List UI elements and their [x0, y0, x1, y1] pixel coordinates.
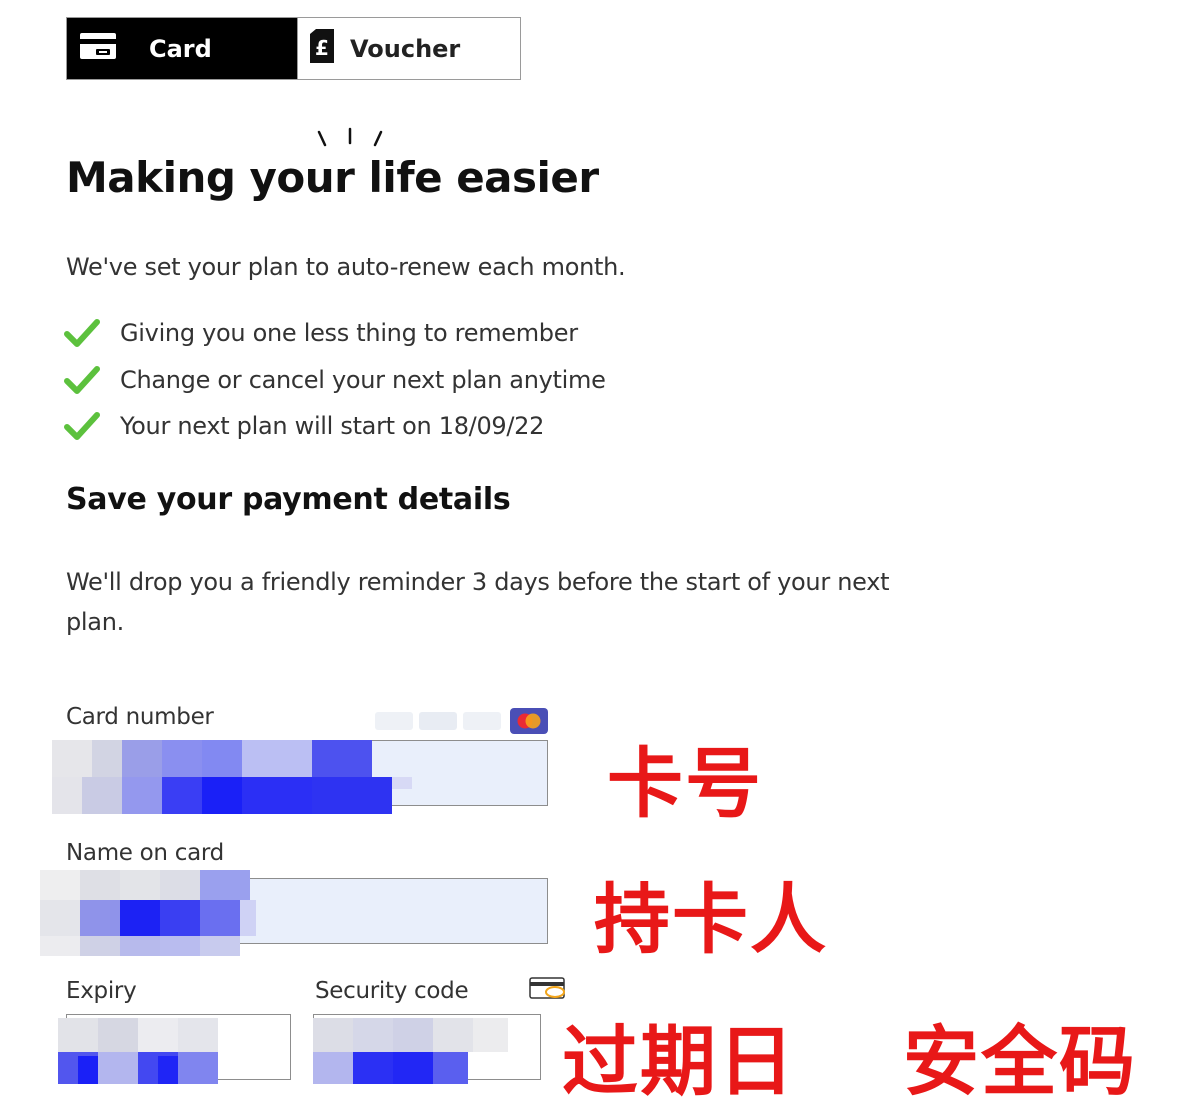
benefits-list: Giving you one less thing to remember Ch…: [64, 310, 606, 450]
sparkle-icon: [317, 127, 383, 147]
payment-method-tabs: Card £ Voucher: [66, 17, 521, 80]
card-number-redaction: [52, 740, 412, 814]
expiry-label: Expiry: [66, 978, 137, 1004]
name-redaction: [40, 870, 256, 956]
check-icon: [64, 319, 100, 348]
benefit-text: Giving you one less thing to remember: [120, 319, 578, 348]
security-code-card-icon: [529, 977, 565, 999]
tab-voucher-label: Voucher: [350, 34, 461, 63]
name-annotation: 持卡人: [594, 875, 828, 964]
list-item: Your next plan will start on 18/09/22: [64, 403, 606, 450]
security-code-label: Security code: [315, 978, 469, 1004]
credit-card-icon: [79, 32, 117, 66]
name-on-card-label: Name on card: [66, 840, 224, 866]
expiry-annotation: 过期日: [562, 1017, 796, 1106]
benefit-text: Change or cancel your next plan anytime: [120, 365, 606, 394]
pound-voucher-icon: £: [308, 28, 336, 70]
payment-heading: Save your payment details: [66, 482, 511, 517]
reminder-text: We'll drop you a friendly reminder 3 day…: [66, 568, 890, 636]
page-title: Making your life easier: [66, 153, 599, 202]
tab-card-label: Card: [149, 34, 212, 63]
mastercard-icon: [510, 708, 548, 734]
list-item: Change or cancel your next plan anytime: [64, 357, 606, 404]
security-code-annotation: 安全码: [903, 1017, 1137, 1106]
check-icon: [64, 365, 100, 394]
svg-text:£: £: [315, 36, 329, 60]
auto-renew-intro: We've set your plan to auto-renew each m…: [66, 253, 626, 281]
tab-voucher[interactable]: £ Voucher: [297, 18, 520, 79]
tab-card[interactable]: Card: [67, 18, 297, 79]
check-icon: [64, 412, 100, 441]
list-item: Giving you one less thing to remember: [64, 310, 606, 357]
security-code-redaction: [313, 1018, 508, 1084]
card-brand-logos: [375, 712, 501, 730]
benefit-text: Your next plan will start on 18/09/22: [120, 412, 545, 441]
expiry-redaction: [58, 1018, 218, 1084]
card-number-annotation: 卡号: [607, 739, 763, 828]
card-number-label: Card number: [66, 704, 214, 730]
